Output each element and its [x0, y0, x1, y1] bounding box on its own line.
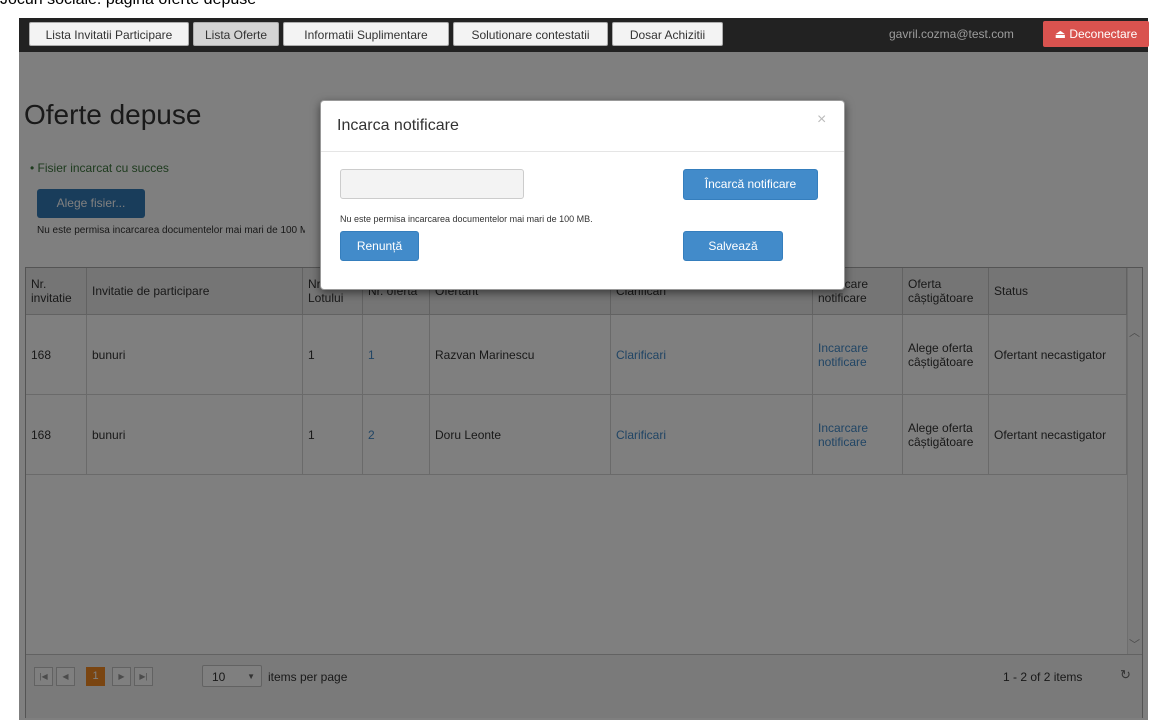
page-caption: Jocuri sociale: pagina oferte depuse: [0, 0, 256, 9]
upload-notification-button[interactable]: Încarcă notificare: [683, 169, 818, 200]
sign-out-icon: ⏏: [1054, 27, 1066, 41]
upload-notification-modal: Incarca notificare × Încarcă notificare …: [320, 100, 845, 290]
logout-button[interactable]: ⏏ Deconectare: [1043, 21, 1149, 47]
modal-size-note: Nu este permisa incarcarea documentelor …: [340, 214, 593, 224]
file-input[interactable]: [340, 169, 524, 199]
nav-lista-oferte[interactable]: Lista Oferte: [193, 22, 279, 46]
user-email[interactable]: gavril.cozma@test.com: [889, 27, 1014, 41]
nav-lista-invitatii[interactable]: Lista Invitatii Participare: [29, 22, 189, 46]
nav-informatii-suplimentare[interactable]: Informatii Suplimentare: [283, 22, 449, 46]
modal-header: Incarca notificare ×: [321, 101, 844, 152]
nav-solutionare-contestatii[interactable]: Solutionare contestatii: [453, 22, 608, 46]
logout-label: Deconectare: [1069, 27, 1138, 41]
modal-title: Incarca notificare: [337, 117, 459, 134]
close-icon[interactable]: ×: [817, 111, 826, 129]
save-button[interactable]: Salvează: [683, 231, 783, 261]
cancel-button[interactable]: Renunță: [340, 231, 419, 261]
nav-dosar-achizitii[interactable]: Dosar Achizitii: [612, 22, 723, 46]
top-navbar: Lista Invitatii Participare Lista Oferte…: [19, 18, 1149, 52]
